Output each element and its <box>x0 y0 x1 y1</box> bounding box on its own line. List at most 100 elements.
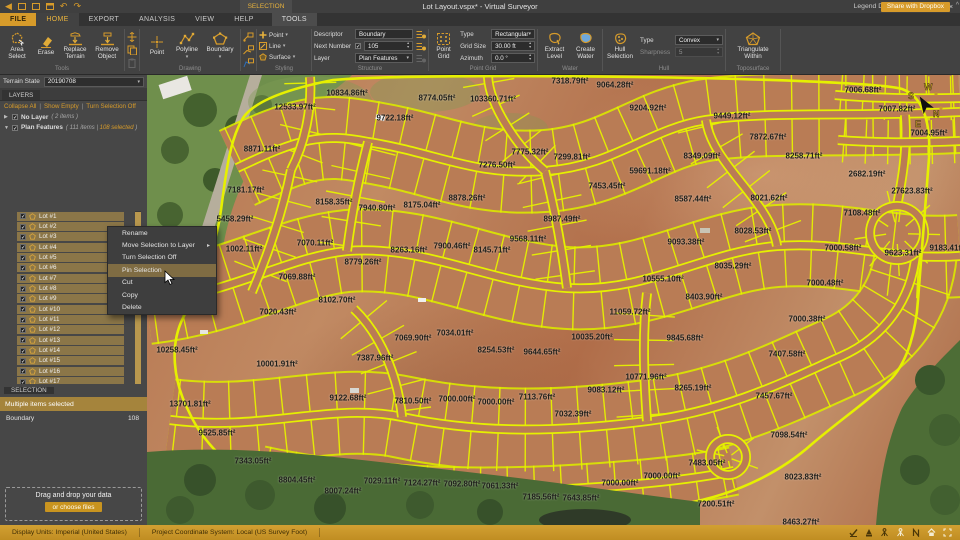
turn-selection-off-link[interactable]: Turn Selection Off <box>86 103 136 110</box>
context-menu-item[interactable]: Move Selection to Layer ▸ <box>108 239 216 251</box>
grid-type-dropdown[interactable]: Rectangular▾ <box>491 29 535 39</box>
descriptor-input[interactable]: Boundary <box>355 29 413 39</box>
move-tool-icon[interactable] <box>127 32 137 42</box>
remove-object-button[interactable]: Remove Object <box>92 32 122 61</box>
display-units[interactable]: Display Units: Imperial (United States) <box>0 528 140 537</box>
hull-selection-button[interactable]: Hull Selection <box>605 32 635 61</box>
label-points-icon[interactable] <box>243 32 254 42</box>
undo-icon[interactable]: ↶ <box>60 2 68 11</box>
choose-files-button[interactable]: or choose files <box>45 502 103 512</box>
lot-list-item[interactable]: ✓ Lot #12 <box>0 325 147 335</box>
context-menu-item[interactable]: Pin Selection <box>108 264 216 276</box>
structure-list-icon[interactable] <box>416 30 426 39</box>
styling-point-button[interactable]: Point▾ <box>259 30 288 41</box>
create-water-button[interactable]: Create Water <box>571 32 600 61</box>
lot-checkbox[interactable]: ✓ <box>20 296 26 302</box>
lot-list-item[interactable]: ✓ Lot #14 <box>0 345 147 355</box>
collapse-ribbon-icon[interactable]: ^ <box>956 2 959 9</box>
lot-checkbox[interactable]: ✓ <box>20 348 26 354</box>
tree-closed-icon[interactable]: ▶ <box>4 114 9 120</box>
collapse-all-link[interactable]: Collapse All <box>4 103 36 110</box>
lot-checkbox[interactable]: ✓ <box>20 234 26 240</box>
polyline-button[interactable]: Polyline ▾ <box>172 32 202 60</box>
share-with-dropbox-button[interactable]: Share with Dropbox <box>881 2 950 13</box>
context-menu-item[interactable]: Turn Selection Off <box>108 252 216 264</box>
grid-size-input[interactable]: 30.00 ft ▴▾ <box>491 41 535 51</box>
polyline-dropdown-caret[interactable]: ▾ <box>186 55 189 60</box>
no-layer-checkbox[interactable]: ✓ <box>12 114 18 120</box>
ribbon-tab[interactable]: HOME <box>36 13 78 26</box>
point-button[interactable]: Point <box>144 35 170 57</box>
lot-checkbox[interactable]: ✓ <box>20 265 26 271</box>
new-file-icon[interactable] <box>18 3 26 10</box>
lot-checkbox[interactable]: ✓ <box>20 317 26 323</box>
styling-line-button[interactable]: Line▾ <box>259 41 285 52</box>
lot-checkbox[interactable]: ✓ <box>20 213 26 219</box>
triangulate-within-button[interactable]: Triangulate Within <box>733 32 773 61</box>
redo-icon[interactable]: ↷ <box>73 2 81 11</box>
lot-list-item[interactable]: ✓ Lot #16 <box>0 366 147 376</box>
ribbon-tab[interactable]: TOOLS <box>272 13 317 26</box>
structure-list-add-icon[interactable] <box>416 42 426 51</box>
ribbon-tab[interactable]: HELP <box>224 13 264 26</box>
area-select-button[interactable]: Area Select <box>2 32 32 61</box>
lot-checkbox[interactable]: ✓ <box>20 306 26 312</box>
ribbon-tab[interactable]: FILE <box>0 13 36 26</box>
lot-checkbox[interactable]: ✓ <box>20 368 26 374</box>
lot-list-item[interactable]: ✓ Lot #11 <box>0 314 147 324</box>
context-menu-item[interactable]: Copy <box>108 289 216 301</box>
tripod-icon[interactable] <box>880 528 889 537</box>
ribbon-tab[interactable]: ANALYSIS <box>129 13 185 26</box>
tab-layers[interactable]: LAYERS <box>2 90 40 100</box>
plan-features-checkbox[interactable]: ✓ <box>12 125 18 131</box>
selection-type-row[interactable]: Boundary 108 <box>0 411 147 426</box>
lot-list-item[interactable]: ✓ Lot #1 <box>0 211 147 221</box>
erase-button[interactable]: Erase <box>34 35 58 57</box>
boundary-button[interactable]: Boundary ▾ <box>204 32 236 60</box>
app-logo-icon[interactable]: ◀ <box>5 2 12 11</box>
layer-plan-features[interactable]: ▼ ✓ Plan Features ( 111 items | 108 sele… <box>0 123 147 134</box>
styling-surface-button[interactable]: Surface▾ <box>259 52 295 63</box>
lot-checkbox[interactable]: ✓ <box>20 286 26 292</box>
ribbon-tab[interactable]: EXPORT <box>79 13 129 26</box>
show-empty-link[interactable]: Show Empty <box>44 103 79 110</box>
open-folder-icon[interactable] <box>32 3 40 10</box>
lot-checkbox[interactable]: ✓ <box>20 327 26 333</box>
context-menu-item[interactable]: Delete <box>108 301 216 313</box>
paste-icon[interactable] <box>127 58 137 68</box>
next-number-checkbox[interactable]: ✓ <box>355 43 361 49</box>
extract-level-button[interactable]: Extract Level <box>540 32 569 61</box>
context-menu-item[interactable]: Cut <box>108 277 216 289</box>
measure-check-icon[interactable] <box>849 528 858 537</box>
lot-checkbox[interactable]: ✓ <box>20 275 26 281</box>
lot-checkbox[interactable]: ✓ <box>20 244 26 250</box>
context-menu-item[interactable]: Rename <box>108 227 216 239</box>
hull-type-dropdown[interactable]: Convex▾ <box>675 35 723 45</box>
tree-open-icon[interactable]: ▼ <box>4 125 9 131</box>
level-tool-icon[interactable] <box>865 528 873 537</box>
drop-zone[interactable]: Drag and drop your data or choose files <box>5 487 142 521</box>
lot-checkbox[interactable]: ✓ <box>20 255 26 261</box>
terrain-state-dropdown[interactable]: 20190708 ▾ <box>44 77 144 87</box>
boundary-dropdown-caret[interactable]: ▾ <box>219 55 222 60</box>
lot-list-item[interactable]: ✓ Lot #17 <box>0 377 147 385</box>
fullscreen-icon[interactable] <box>943 528 952 537</box>
azimuth-input[interactable]: 0.0 ° ▴▾ <box>491 53 535 63</box>
ribbon-tab[interactable]: VIEW <box>185 13 224 26</box>
layer-dropdown[interactable]: Plan Features ▾ <box>355 53 413 63</box>
point-grid-button[interactable]: Point Grid <box>431 32 456 61</box>
structure-list-remove-icon[interactable] <box>416 54 426 63</box>
copy-icon[interactable] <box>127 45 137 55</box>
lot-list-item[interactable]: ✓ Lot #15 <box>0 356 147 366</box>
save-icon[interactable] <box>46 3 54 10</box>
north-arrow-icon[interactable] <box>912 528 920 537</box>
next-number-input[interactable]: 105 ▴▾ <box>364 41 413 51</box>
layer-no-layer[interactable]: ▶ ✓ No Layer ( 2 items ) <box>0 112 147 123</box>
tab-selection[interactable]: SELECTION <box>4 387 54 394</box>
replace-terrain-button[interactable]: Replace Terrain <box>60 32 90 61</box>
map-viewport[interactable]: W S N E <box>147 75 960 525</box>
project-coordinate-system[interactable]: Project Coordinate System: Local (US Sur… <box>140 528 320 537</box>
tripod-grid-icon[interactable] <box>896 528 905 537</box>
lot-list-item[interactable]: ✓ Lot #13 <box>0 335 147 345</box>
label-surfaces-icon[interactable] <box>243 58 254 68</box>
